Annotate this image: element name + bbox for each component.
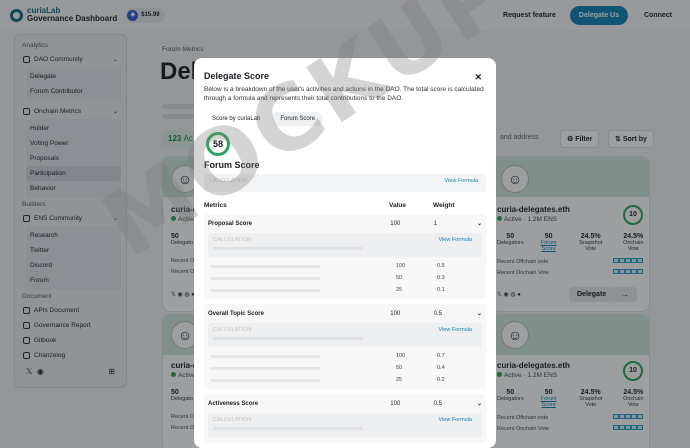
column-weight: Weight xyxy=(433,202,455,209)
metric-value: 100 xyxy=(390,220,401,227)
metric-value: 100 xyxy=(390,310,401,317)
proposal-score-section: Proposal Score 100 1 ⌄ CALCULATION View … xyxy=(204,214,486,299)
sub-weight: 0.7 xyxy=(437,353,445,359)
view-formula-link[interactable]: View Formula xyxy=(444,178,478,184)
metric-name: Proposal Score xyxy=(208,220,253,227)
view-formula-link[interactable]: View Formula xyxy=(438,417,472,423)
activeness-score-row[interactable]: Activeness Score 100 0.5 ⌄ xyxy=(208,398,482,409)
view-formula-link[interactable]: View Formula xyxy=(438,237,472,243)
sub-metric-row: 25 0.1 xyxy=(208,287,482,293)
calculation-label: CALCULATION xyxy=(213,417,252,423)
forum-score-ring: 58 xyxy=(206,132,230,156)
forum-score-label: Forum Score xyxy=(204,160,260,170)
column-value: Value xyxy=(389,202,406,209)
calculation-box: CALCULATION View Formula xyxy=(208,323,482,347)
sub-metric-row: 100 0.7 xyxy=(208,353,482,359)
sub-metric-row: 25 0.2 xyxy=(208,377,482,383)
sub-weight: 0.5 xyxy=(437,263,445,269)
sub-metric-row: 50 0.3 xyxy=(208,275,482,281)
calculation-box: CALCULATION View Formula xyxy=(208,233,482,257)
score-tabs: Score by curiaLab Forum Score xyxy=(204,112,486,126)
sub-value: 25 xyxy=(396,377,403,383)
proposal-score-row[interactable]: Proposal Score 100 1 ⌄ xyxy=(208,218,482,229)
calculation-label: CALCULATION xyxy=(213,237,252,243)
metric-weight: 1 xyxy=(433,220,437,227)
chevron-down-icon[interactable]: ⌄ xyxy=(477,310,482,317)
placeholder-line xyxy=(213,337,363,340)
metric-name: Activeness Score xyxy=(208,400,259,407)
metric-value: 100 xyxy=(390,400,401,407)
chevron-down-icon[interactable]: ⌄ xyxy=(477,400,482,407)
metrics-table-header: Metrics Value Weight xyxy=(204,202,486,209)
sub-weight: 0.3 xyxy=(437,275,445,281)
sub-weight: 0.1 xyxy=(437,287,445,293)
sub-metric-row: 100 0.5 xyxy=(208,263,482,269)
chevron-down-icon[interactable]: ⌄ xyxy=(477,220,482,227)
sub-value: 100 xyxy=(396,353,406,359)
close-icon[interactable]: ✕ xyxy=(474,72,482,83)
sub-weight: 0.4 xyxy=(437,365,445,371)
overall-topic-score-row[interactable]: Overall Topic Score 100 0.5 ⌄ xyxy=(208,308,482,319)
column-metrics: Metrics xyxy=(204,202,227,209)
metric-name: Overall Topic Score xyxy=(208,310,264,317)
calculation-box: CALCULATION View Formula xyxy=(208,413,482,437)
delegate-score-modal: Delegate Score ✕ Below is a breakdown of… xyxy=(194,58,496,448)
modal-description: Below is a breakdown of the user's activ… xyxy=(204,86,484,102)
sub-value: 100 xyxy=(396,263,406,269)
placeholder-line xyxy=(213,427,363,430)
overall-topic-score-section: Overall Topic Score 100 0.5 ⌄ CALCULATIO… xyxy=(204,304,486,389)
tab-forum-score[interactable]: Forum Score xyxy=(272,112,324,126)
sub-metric-row: 50 0.4 xyxy=(208,365,482,371)
sub-value: 50 xyxy=(396,365,403,371)
calculation-label: CALCULATION xyxy=(209,178,248,184)
placeholder-line xyxy=(213,247,363,250)
view-formula-link[interactable]: View Formula xyxy=(438,327,472,333)
sub-value: 50 xyxy=(396,275,403,281)
calculation-box: CALCULATION View Formula xyxy=(204,174,486,192)
calculation-label: CALCULATION xyxy=(213,327,252,333)
tab-score-by-curialab[interactable]: Score by curiaLab xyxy=(204,112,269,126)
modal-title: Delegate Score xyxy=(204,71,270,81)
activeness-score-section: Activeness Score 100 0.5 ⌄ CALCULATION V… xyxy=(204,394,486,443)
sub-value: 25 xyxy=(396,287,403,293)
metric-weight: 0.5 xyxy=(433,400,442,407)
sub-weight: 0.2 xyxy=(437,377,445,383)
metric-weight: 0.5 xyxy=(433,310,442,317)
